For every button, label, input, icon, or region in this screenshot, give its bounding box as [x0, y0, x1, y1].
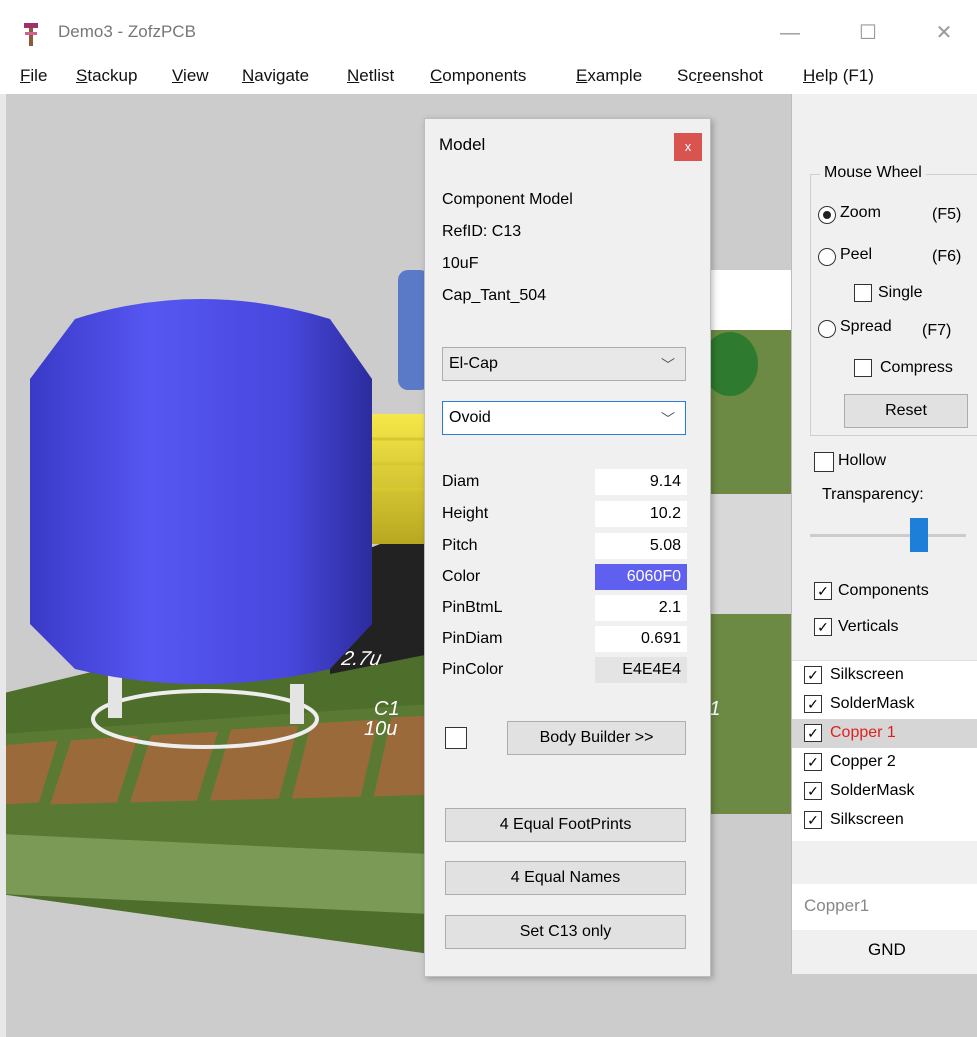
info-value: 10uF — [442, 255, 479, 272]
menu-stackup[interactable]: Stackup — [76, 66, 137, 86]
window-title: Demo3 - ZofzPCB — [58, 22, 196, 41]
hollow-label: Hollow — [838, 452, 887, 469]
layer-checkbox[interactable]: ✓ — [804, 811, 822, 829]
peel-label: Peel — [840, 246, 873, 263]
layer-row[interactable]: ✓ Silkscreen — [792, 806, 977, 835]
close-button[interactable]: ✕ — [924, 18, 964, 48]
dialog-close-button[interactable]: x — [674, 133, 702, 161]
prop-label-pitch: Pitch — [442, 537, 478, 554]
zoom-radio[interactable] — [818, 206, 836, 224]
prop-field-pindiam[interactable]: 0.691 — [595, 626, 687, 652]
layer-row[interactable]: ✓ Silkscreen — [792, 661, 977, 690]
prop-label-pindiam: PinDiam — [442, 630, 503, 647]
body-builder-checkbox[interactable] — [445, 727, 467, 749]
set-c13-only-button[interactable]: Set C13 only — [445, 915, 686, 949]
chevron-down-icon: ﹀ — [661, 357, 675, 373]
transparency-label: Transparency: — [822, 486, 924, 503]
verticals-checkbox[interactable]: ✓ — [814, 618, 832, 636]
prop-label-color: Color — [442, 568, 481, 585]
type-select[interactable]: El-Cap ﹀ — [442, 347, 686, 381]
app-icon — [24, 23, 38, 46]
prop-field-height[interactable]: 10.2 — [595, 501, 687, 527]
single-label: Single — [878, 284, 923, 301]
peel-radio[interactable] — [818, 248, 836, 266]
model-dialog: Model x Component Model RefID: C13 10uF … — [424, 118, 711, 977]
equal-footprints-button[interactable]: 4 Equal FootPrints — [445, 808, 686, 842]
prop-label-diam: Diam — [442, 473, 480, 490]
prop-field-pinbtml[interactable]: 2.1 — [595, 595, 687, 621]
transparency-track — [810, 534, 966, 537]
layer-name: Silkscreen — [830, 811, 904, 828]
reset-button[interactable]: Reset — [844, 394, 968, 428]
view-options-panel: Mouse Wheel Zoom (F5) Peel (F6) Single S… — [791, 94, 977, 974]
menu-file[interactable]: File — [20, 66, 47, 86]
prop-field-diam[interactable]: 9.14 — [595, 469, 687, 495]
menu-screenshot[interactable]: Screenshot — [677, 66, 763, 86]
layer-row[interactable]: ✓ SolderMask — [792, 690, 977, 719]
maximize-button[interactable]: ☐ — [848, 18, 888, 48]
transparency-slider-thumb[interactable] — [910, 518, 928, 552]
prop-label-height: Height — [442, 505, 489, 522]
active-layer-field[interactable]: Copper1 — [792, 884, 977, 930]
menu-navigate[interactable]: Navigate — [242, 66, 309, 86]
menu-components[interactable]: Components — [430, 66, 526, 86]
silk-c-value: 10u — [364, 718, 398, 740]
layer-row[interactable]: ✓ Copper 2 — [792, 748, 977, 777]
title-bar: Demo3 - ZofzPCB — ☐ ✕ — [0, 0, 977, 62]
single-checkbox[interactable] — [854, 284, 872, 302]
equal-names-button[interactable]: 4 Equal Names — [445, 861, 686, 895]
menu-netlist[interactable]: Netlist — [347, 66, 394, 86]
prop-field-pincolor[interactable]: E4E4E4 — [595, 657, 687, 683]
active-layer-text: Copper1 — [804, 896, 870, 915]
layer-name: SolderMask — [830, 695, 915, 712]
net-name: GND — [868, 940, 906, 959]
spread-label: Spread — [840, 318, 892, 335]
layer-net-box: Copper1 GND — [792, 884, 977, 974]
hollow-checkbox[interactable] — [814, 452, 834, 472]
spread-radio[interactable] — [818, 320, 836, 338]
layer-name: Copper 1 — [830, 724, 896, 741]
info-footprint: Cap_Tant_504 — [442, 287, 547, 304]
prop-label-pinbtml: PinBtmL — [442, 599, 503, 616]
mouse-wheel-title: Mouse Wheel — [820, 164, 926, 182]
components-checkbox[interactable]: ✓ — [814, 582, 832, 600]
verticals-label: Verticals — [838, 618, 899, 635]
layer-checkbox[interactable]: ✓ — [804, 782, 822, 800]
layer-name: SolderMask — [830, 782, 915, 799]
compress-checkbox[interactable] — [854, 359, 872, 377]
silk-cap-value: 2.7u — [339, 648, 384, 670]
info-refid: RefID: C13 — [442, 223, 522, 240]
dialog-title: Model — [439, 135, 486, 154]
layer-name: Copper 2 — [830, 753, 896, 770]
compress-label: Compress — [880, 359, 953, 376]
minimize-button[interactable]: — — [770, 18, 810, 48]
prop-field-pitch[interactable]: 5.08 — [595, 533, 687, 559]
info-heading: Component Model — [442, 191, 573, 208]
chevron-down-icon: ﹀ — [661, 411, 675, 427]
spread-key: (F7) — [922, 322, 952, 339]
components-label: Components — [838, 582, 929, 599]
layer-checkbox[interactable]: ✓ — [804, 695, 822, 713]
layer-name: Silkscreen — [830, 666, 904, 683]
layer-checkbox[interactable]: ✓ — [804, 753, 822, 771]
layer-row[interactable]: ✓ SolderMask — [792, 777, 977, 806]
layer-list: ✓ Silkscreen ✓ SolderMask ✓ Copper 1 ✓ C… — [792, 660, 977, 841]
layer-checkbox[interactable]: ✓ — [804, 724, 822, 742]
prop-field-color[interactable]: 6060F0 — [595, 564, 687, 590]
body-builder-button[interactable]: Body Builder >> — [507, 721, 686, 755]
shape-select[interactable]: Ovoid ﹀ — [442, 401, 686, 435]
prop-label-pincolor: PinColor — [442, 661, 504, 678]
peel-key: (F6) — [932, 248, 962, 265]
layer-row-selected[interactable]: ✓ Copper 1 — [792, 719, 977, 748]
layer-checkbox[interactable]: ✓ — [804, 666, 822, 684]
menu-help[interactable]: Help (F1) — [803, 66, 874, 86]
menu-example[interactable]: Example — [576, 66, 642, 86]
menu-bar: File Stackup View Navigate Netlist Compo… — [0, 62, 977, 92]
zoom-key: (F5) — [932, 206, 962, 223]
menu-view[interactable]: View — [172, 66, 209, 86]
zoom-label: Zoom — [840, 204, 881, 221]
